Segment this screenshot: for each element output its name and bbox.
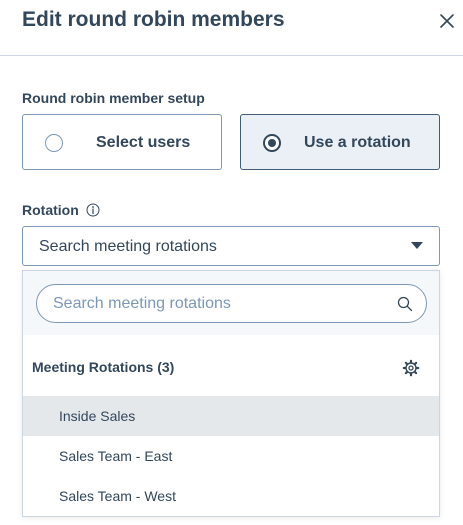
member-setup-label: Round robin member setup [22,90,205,106]
use-rotation-option[interactable]: Use a rotation [240,114,440,170]
list-item[interactable]: Sales Team - East [23,436,439,476]
modal-title: Edit round robin members [22,8,285,31]
list-item-label: Inside Sales [59,408,136,424]
info-icon[interactable] [86,203,100,217]
radio-button-unselected[interactable] [45,134,63,152]
modal-header: Edit round robin members [0,0,463,56]
rotation-label: Rotation [22,202,79,218]
radio-dot [268,139,276,147]
search-input[interactable] [53,294,383,314]
search-icon[interactable] [397,296,413,312]
gear-icon[interactable] [402,359,420,377]
select-users-label: Select users [96,134,191,151]
radio-button-selected[interactable] [263,134,281,152]
use-rotation-label: Use a rotation [304,134,411,151]
close-icon[interactable] [436,10,458,32]
rotation-select-value: Search meeting rotations [39,238,217,255]
search-box[interactable] [36,284,427,323]
caret-down-icon [411,242,423,249]
rotation-select[interactable]: Search meeting rotations [22,226,440,266]
group-header: Meeting Rotations (3) [32,359,175,375]
list-item[interactable]: Inside Sales [23,396,439,436]
dropdown-search-area [23,271,439,335]
select-users-option[interactable]: Select users [22,114,222,170]
rotation-dropdown: Meeting Rotations (3) Inside Sales Sales… [22,270,440,517]
list-item-label: Sales Team - East [59,448,173,464]
list-item[interactable]: Sales Team - West [23,476,439,516]
list-item-label: Sales Team - West [59,488,176,504]
